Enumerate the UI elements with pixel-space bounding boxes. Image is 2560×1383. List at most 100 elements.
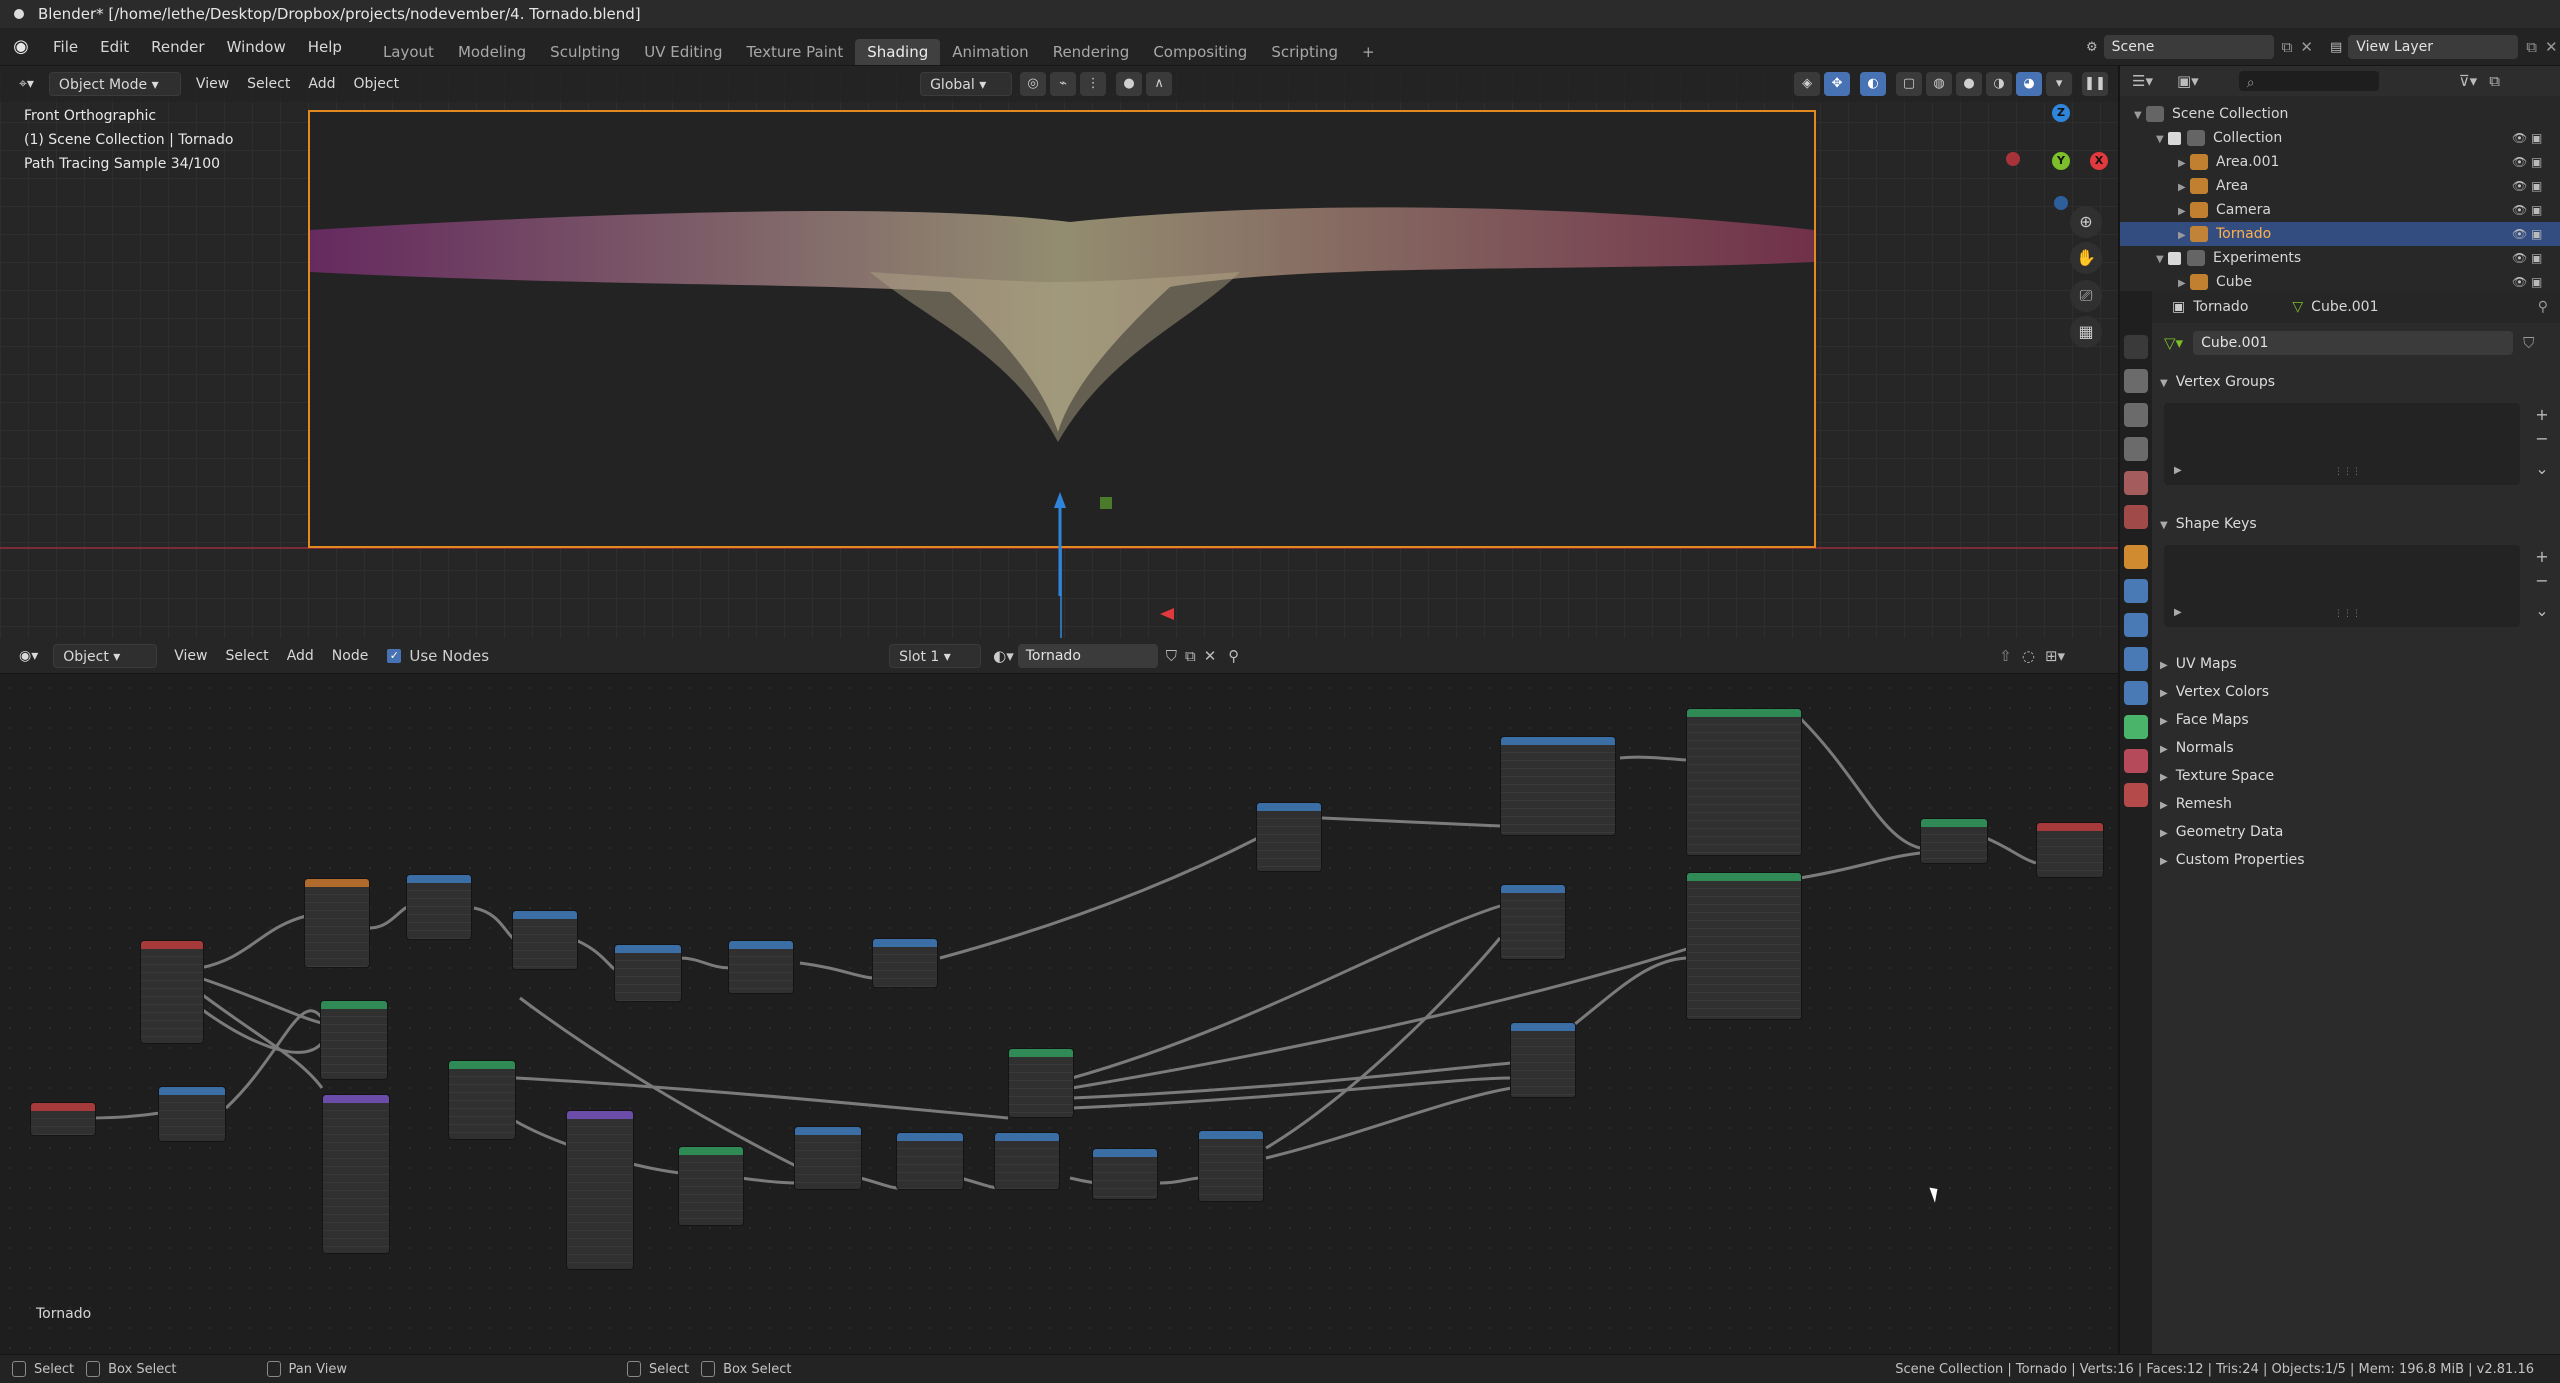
- vertex-groups-list[interactable]: ▶ ⋮⋮⋮: [2164, 403, 2520, 485]
- node-separate-xyz-a[interactable]: [614, 944, 682, 1002]
- shading-rendered-icon[interactable]: ◕: [2016, 72, 2043, 96]
- node-principled-volume-a[interactable]: [1686, 708, 1802, 856]
- camera-view-icon[interactable]: ⎚: [2070, 280, 2102, 312]
- expand-toggle-icon[interactable]: ▶: [2178, 200, 2190, 224]
- tab-sculpting[interactable]: Sculpting: [538, 39, 632, 65]
- xray-icon[interactable]: ▢: [1896, 72, 1923, 96]
- mode-dropdown[interactable]: Object Mode ▾: [48, 72, 181, 96]
- new-material-icon[interactable]: ⧉: [1185, 647, 1196, 665]
- fake-user-shield-icon[interactable]: ⛉: [2523, 334, 2534, 352]
- gizmo-y-axis[interactable]: Y: [2052, 152, 2070, 170]
- expand-toggle-icon[interactable]: ▼: [2134, 104, 2146, 128]
- tab-compositing[interactable]: Compositing: [1141, 39, 1259, 65]
- shader-node-editor[interactable]: ◉▾ Object ▾ View Select Add Node ✓ Use N…: [0, 638, 2118, 1354]
- scene-remove-icon[interactable]: ✕: [2300, 38, 2313, 56]
- pivot-icon[interactable]: ◎: [1020, 72, 1047, 96]
- node-add-a[interactable]: [512, 910, 578, 970]
- panel-shape-keys[interactable]: ▼ Shape Keys: [2160, 511, 2554, 537]
- node-texture-coordinate[interactable]: [140, 940, 204, 1044]
- tab-rendering[interactable]: Rendering: [1041, 39, 1142, 65]
- node-mapping-a[interactable]: [322, 1094, 390, 1254]
- window-close-icon[interactable]: [14, 9, 24, 19]
- node-menu-select[interactable]: Select: [216, 644, 277, 668]
- shading-solid-icon[interactable]: ●: [1956, 72, 1983, 96]
- outliner-row[interactable]: ▶ Tornado 👁 ▣: [2120, 222, 2560, 246]
- node-multiply-a[interactable]: [406, 874, 472, 940]
- pin-icon[interactable]: ⚲: [1228, 647, 1239, 665]
- tab-physics-icon[interactable]: [2124, 647, 2148, 671]
- slot-dropdown[interactable]: Slot 1 ▾: [889, 643, 982, 668]
- tab-modifier-icon[interactable]: [2124, 579, 2148, 603]
- add-shape-key-icon[interactable]: +: [2532, 547, 2552, 567]
- panel-normals[interactable]: ▶ Normals: [2160, 735, 2554, 761]
- gizmo-neg-x[interactable]: [2006, 152, 2020, 166]
- shading-options-icon[interactable]: ▾: [2046, 72, 2073, 96]
- gizmo-z-axis[interactable]: Z: [2052, 104, 2070, 122]
- material-sphere-icon[interactable]: ◐▾: [993, 647, 1014, 665]
- list-expand-icon[interactable]: ▶: [2174, 465, 2182, 476]
- node-length-a[interactable]: [872, 938, 938, 988]
- node-color-ramp[interactable]: [1500, 736, 1616, 836]
- tab-output-icon[interactable]: [2124, 403, 2148, 427]
- tab-constraints-icon[interactable]: [2124, 681, 2148, 705]
- panel-remesh[interactable]: ▶ Remesh: [2160, 791, 2554, 817]
- list-resize-handle[interactable]: ⋮⋮⋮: [2334, 609, 2361, 619]
- tab-scripting[interactable]: Scripting: [1259, 39, 1350, 65]
- node-combine-xyz-b[interactable]: [994, 1132, 1060, 1190]
- panel-uv-maps[interactable]: ▶ UV Maps: [2160, 651, 2554, 677]
- tab-particles-icon[interactable]: [2124, 613, 2148, 637]
- node-combine-xyz-left[interactable]: [158, 1086, 226, 1142]
- add-workspace-icon[interactable]: +: [1350, 39, 1387, 65]
- tab-layout[interactable]: Layout: [371, 39, 446, 65]
- mesh-name[interactable]: Cube.001: [2311, 299, 2378, 315]
- mesh-browse-icon[interactable]: ▽▾: [2164, 334, 2183, 352]
- parent-node-tree-icon[interactable]: ⇧: [1999, 647, 2012, 665]
- node-combine-xyz-a[interactable]: [728, 940, 794, 994]
- tab-texture-paint[interactable]: Texture Paint: [734, 39, 855, 65]
- gizmo-x-axis[interactable]: X: [2090, 152, 2108, 170]
- overlay-toggle-icon[interactable]: ◐: [1860, 72, 1887, 96]
- node-separate-xyz-b[interactable]: [896, 1132, 964, 1190]
- node-principled-volume-b[interactable]: [1686, 872, 1802, 1020]
- tab-texture-icon[interactable]: [2124, 783, 2148, 807]
- node-multiply-b[interactable]: [1256, 802, 1322, 872]
- object-name[interactable]: Tornado: [2193, 299, 2248, 315]
- gizmo-neg-z[interactable]: [2054, 196, 2068, 210]
- expand-toggle-icon[interactable]: ▼: [2156, 128, 2168, 152]
- properties-editor[interactable]: ▣ Tornado ▽ Cube.001 ⚲ ▽▾ Cube.001 ⛉ ▼ Ve…: [2118, 291, 2560, 1354]
- tab-view-layer-icon[interactable]: [2124, 437, 2148, 461]
- expand-toggle-icon[interactable]: ▶: [2178, 152, 2190, 176]
- node-script-b[interactable]: [448, 1060, 516, 1140]
- node-script-c[interactable]: [678, 1146, 744, 1226]
- view-layer-field[interactable]: View Layer: [2348, 35, 2519, 59]
- panel-vertex-groups[interactable]: ▼ Vertex Groups: [2160, 369, 2554, 395]
- node-menu-node[interactable]: Node: [323, 644, 378, 668]
- fake-user-icon[interactable]: ⛉: [1166, 647, 1177, 665]
- node-editor-type-icon[interactable]: ◉▾: [10, 644, 47, 668]
- viewport-menu-add[interactable]: Add: [299, 72, 344, 96]
- scene-new-icon[interactable]: ⧉: [2282, 38, 2293, 56]
- gizmo-toggle-icon[interactable]: ✥: [1824, 72, 1851, 96]
- collection-checkbox[interactable]: [2168, 131, 2181, 145]
- node-noise-texture[interactable]: [304, 878, 370, 968]
- navigation-gizmo[interactable]: Z Y X: [2006, 104, 2116, 264]
- outliner-row[interactable]: ▼ Experiments 👁 ▣: [2120, 246, 2560, 270]
- viewport-3d[interactable]: ⌖▾ Object Mode ▾ View Select Add Object …: [0, 66, 2118, 638]
- outliner[interactable]: ☰▾ ▣▾ ⌕ ⊽▾ ⧉ ▼ Scene Collection ▼ Collectio…: [2118, 66, 2560, 291]
- datablock-name-field[interactable]: Cube.001: [2193, 331, 2514, 355]
- outliner-row[interactable]: ▶ Area 👁 ▣: [2120, 174, 2560, 198]
- visibility-toggle-icon[interactable]: 👁 ▣: [2512, 246, 2546, 270]
- display-mode-icon[interactable]: ▣▾: [2177, 72, 2199, 90]
- view-layer-new-icon[interactable]: ⧉: [2526, 38, 2537, 56]
- list-resize-handle[interactable]: ⋮⋮⋮: [2334, 467, 2361, 477]
- add-vertex-group-icon[interactable]: +: [2532, 405, 2552, 425]
- orientation-dropdown[interactable]: Global ▾: [920, 72, 1013, 96]
- pause-render-icon[interactable]: ❚❚: [2082, 72, 2109, 96]
- node-mapping-b[interactable]: [566, 1110, 634, 1270]
- tab-object-icon[interactable]: [2124, 545, 2148, 569]
- expand-toggle-icon[interactable]: ▶: [2178, 176, 2190, 200]
- viewport-menu-select[interactable]: Select: [238, 72, 299, 96]
- shape-keys-list[interactable]: ▶ ⋮⋮⋮: [2164, 545, 2520, 627]
- outliner-row[interactable]: ▼ Scene Collection: [2120, 102, 2560, 126]
- tab-mesh-data-icon[interactable]: [2124, 715, 2148, 739]
